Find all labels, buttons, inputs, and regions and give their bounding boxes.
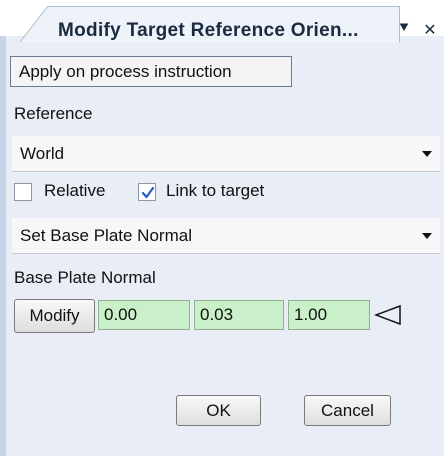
reference-label: Reference: [14, 104, 93, 123]
apply-on-process-instruction-button[interactable]: Apply on process instruction: [10, 56, 292, 87]
vector-y-field[interactable]: 0.03: [194, 300, 284, 330]
relative-checkbox[interactable]: [14, 183, 32, 201]
window-menu-icon[interactable]: ⯆: [394, 20, 414, 38]
modify-button[interactable]: Modify: [14, 299, 95, 333]
cancel-button[interactable]: Cancel: [304, 395, 391, 426]
check-icon: [141, 186, 155, 199]
chevron-down-icon[interactable]: [422, 233, 432, 239]
link-to-target-label: Link to target: [166, 181, 265, 200]
base-plate-normal-label: Base Plate Normal: [14, 268, 156, 287]
reference-dropdown[interactable]: World: [12, 136, 440, 172]
tab-strip: Modify Target Reference Orien... ⯆ ✕: [0, 0, 444, 42]
relative-label: Relative: [44, 181, 106, 200]
vector-z-field[interactable]: 1.00: [288, 300, 370, 330]
close-icon[interactable]: ✕: [420, 20, 440, 40]
reference-selected-value: World: [20, 144, 65, 163]
window-title: Modify Target Reference Orien...: [58, 20, 359, 41]
tab-edge: [20, 6, 49, 42]
mode-selected-value: Set Base Plate Normal: [20, 226, 192, 245]
chevron-down-icon[interactable]: [422, 151, 432, 157]
triangle-left-icon[interactable]: [374, 304, 404, 326]
mode-dropdown[interactable]: Set Base Plate Normal: [12, 218, 440, 254]
link-to-target-checkbox[interactable]: [138, 183, 156, 201]
vector-x-field[interactable]: 0.00: [98, 300, 190, 330]
ok-button[interactable]: OK: [176, 395, 261, 426]
